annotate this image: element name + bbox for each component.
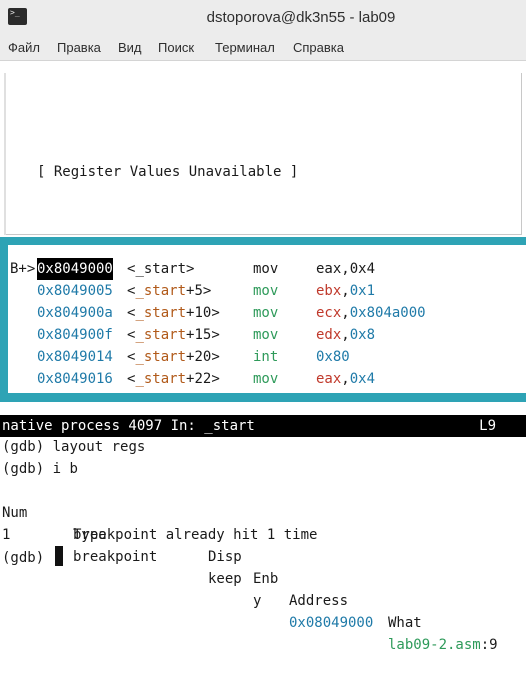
assembly-panel-frame: B+> 0x8049000 <_start> mov eax,0x4 0x804… xyxy=(0,237,526,402)
bp-num: 1 xyxy=(2,527,11,543)
asm-operands: 0x80 xyxy=(316,349,350,365)
header-what: What xyxy=(388,615,422,631)
tui-status-bar: native process 4097 In: _start L9 xyxy=(0,415,526,437)
bp-location: lab09-2.asm:9 xyxy=(388,637,498,653)
terminal-area[interactable]: [ Register Values Unavailable ] B+> 0x80… xyxy=(0,61,526,653)
breakpoint-marker: B+> xyxy=(10,261,36,277)
title-bar: >_ dstoporova@dk3n55 - lab09 xyxy=(0,0,526,36)
menu-view[interactable]: Вид xyxy=(118,36,142,60)
asm-symbol: <_start> xyxy=(127,261,195,277)
asm-address: 0x8049005 xyxy=(37,283,113,299)
asm-symbol: <_start+5> xyxy=(127,283,212,299)
asm-symbol: <_start+22> xyxy=(127,371,220,387)
register-values-message: [ Register Values Unavailable ] xyxy=(37,164,299,180)
asm-operands: ebx,0x1 xyxy=(316,283,376,299)
bp-type: breakpoint xyxy=(73,549,158,565)
asm-opcode: mov xyxy=(253,371,279,387)
asm-symbol: <_start+20> xyxy=(127,349,220,365)
asm-address: 0x8049016 xyxy=(37,371,113,387)
asm-row: 0x8049005 <_start+5> mov ebx,0x1 xyxy=(8,280,526,302)
console-prompt-line[interactable]: (gdb) xyxy=(2,546,63,568)
menu-help[interactable]: Справка xyxy=(293,36,344,60)
window-title: dstoporova@dk3n55 - lab09 xyxy=(206,9,396,26)
breakpoint-table-row: 1 breakpoint keep y 0x08049000 lab09-2.a… xyxy=(2,502,522,653)
bp-disp: keep xyxy=(208,571,242,587)
menu-bar: Файл Правка Вид Поиск Терминал Справка xyxy=(0,36,526,61)
asm-operands: eax,0x4 xyxy=(316,371,376,387)
asm-opcode: mov xyxy=(253,305,279,321)
status-line-number: L9 xyxy=(479,418,496,434)
asm-row: 0x8049016 <_start+22> mov eax,0x4 xyxy=(8,368,526,390)
asm-operands: ecx,0x804a000 xyxy=(316,305,426,321)
asm-opcode: mov xyxy=(253,327,279,343)
assembly-panel: B+> 0x8049000 <_start> mov eax,0x4 0x804… xyxy=(8,245,526,393)
bp-address: 0x08049000 xyxy=(289,615,374,631)
asm-row: 0x804900f <_start+15> mov edx,0x8 xyxy=(8,324,526,346)
asm-opcode: int xyxy=(253,349,279,365)
console-line-layout-regs: (gdb) layout regs xyxy=(2,439,146,455)
text-cursor xyxy=(54,546,63,566)
asm-symbol: <_start+10> xyxy=(127,305,220,321)
asm-address: 0x804900a xyxy=(37,305,113,321)
menu-edit[interactable]: Правка xyxy=(57,36,101,60)
asm-row: 0x804900a <_start+10> mov ecx,0x804a000 xyxy=(8,302,526,324)
menu-file[interactable]: Файл xyxy=(8,36,40,60)
asm-address: 0x8049014 xyxy=(37,349,113,365)
asm-operands: eax,0x4 xyxy=(316,261,376,277)
asm-row: 0x8049014 <_start+20> int 0x80 xyxy=(8,346,526,368)
asm-operands: edx,0x8 xyxy=(316,327,376,343)
asm-address-current: 0x8049000 xyxy=(37,258,113,280)
header-enb: Enb xyxy=(253,571,279,587)
asm-address: 0x804900f xyxy=(37,327,113,343)
status-process-info: native process 4097 In: _start xyxy=(2,418,255,434)
menu-search[interactable]: Поиск xyxy=(158,36,194,60)
breakpoint-table-header: Num Type Disp Enb Address What xyxy=(2,480,522,631)
registers-panel: [ Register Values Unavailable ] xyxy=(4,73,522,235)
bp-enb: y xyxy=(253,593,262,609)
header-disp: Disp xyxy=(208,549,242,565)
asm-symbol: <_start+15> xyxy=(127,327,220,343)
header-address: Address xyxy=(289,593,349,609)
menu-terminal[interactable]: Терминал xyxy=(215,36,275,60)
console-line-info-breakpoints: (gdb) i b xyxy=(2,461,78,477)
asm-opcode: mov xyxy=(253,261,279,277)
asm-row: B+> 0x8049000 <_start> mov eax,0x4 xyxy=(8,258,526,280)
breakpoint-hit-note: breakpoint already hit 1 time xyxy=(73,527,318,543)
asm-opcode: mov xyxy=(253,283,279,299)
